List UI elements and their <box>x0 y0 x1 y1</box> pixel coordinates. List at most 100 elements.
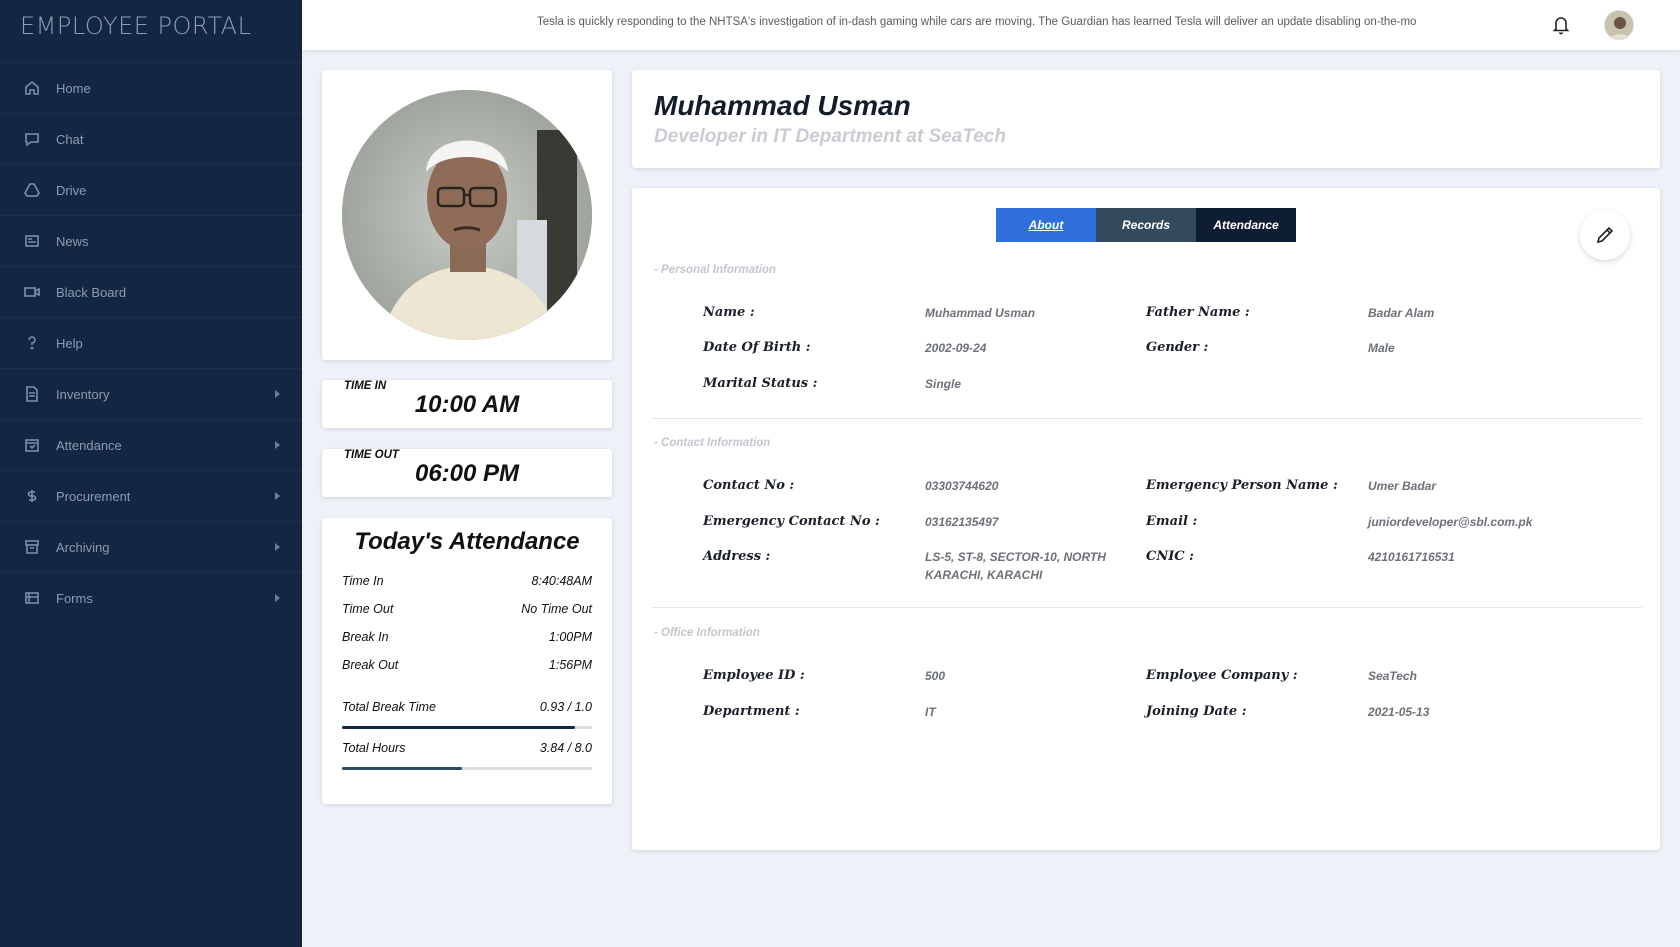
sidebar-item-drive[interactable]: Drive <box>0 164 302 215</box>
chevron-right-icon <box>275 492 280 500</box>
news-icon <box>24 233 40 249</box>
sidebar-item-help[interactable]: Help <box>0 317 302 368</box>
sidebar-item-label: News <box>56 233 89 249</box>
sidebar-item-news[interactable]: News <box>0 215 302 266</box>
total-break-row: Total Break Time 0.93 / 1.0 <box>342 700 592 714</box>
sidebar-item-label: Archiving <box>56 539 110 555</box>
attendance-row: Break In 1:00PM <box>342 630 592 644</box>
sidebar-item-inventory[interactable]: Inventory <box>0 368 302 419</box>
help-icon <box>24 335 40 351</box>
sidebar-item-label: Inventory <box>56 386 110 402</box>
total-break-progress-fill <box>342 726 575 729</box>
sidebar-item-archiving[interactable]: Archiving <box>0 521 302 572</box>
attendance-title: Today's Attendance <box>354 528 580 555</box>
email-value: juniordeveloper@sbl.com.pk <box>1368 515 1533 529</box>
dob-value: 2002-09-24 <box>925 341 987 355</box>
employee-company-value: SeaTech <box>1368 669 1417 683</box>
email-label: Email : <box>1146 514 1198 529</box>
profile-header-card: Muhammad Usman Developer in IT Departmen… <box>632 70 1660 168</box>
tab-records[interactable]: Records <box>1096 208 1196 242</box>
dob-label: Date Of Birth : <box>703 340 811 355</box>
sidebar-item-home[interactable]: Home <box>0 62 302 113</box>
contact-no-label: Contact No : <box>703 478 795 493</box>
chat-icon <box>24 131 40 147</box>
edit-button[interactable] <box>1580 210 1630 260</box>
chevron-right-icon <box>275 390 280 398</box>
contact-info-title: - Contact Information <box>654 437 771 449</box>
sidebar-item-forms[interactable]: Forms <box>0 572 302 623</box>
row-value: No Time Out <box>521 602 592 616</box>
sidebar-item-procurement[interactable]: Procurement <box>0 470 302 521</box>
forms-icon <box>24 590 40 606</box>
profile-photo-card <box>322 70 612 360</box>
address-value: LS-5, ST-8, SECTOR-10, NORTH KARACHI, KA… <box>925 548 1106 584</box>
sidebar-item-chat[interactable]: Chat <box>0 113 302 164</box>
row-value: 1:00PM <box>548 630 592 644</box>
sidebar-item-label: Home <box>56 80 91 96</box>
chevron-right-icon <box>275 441 280 449</box>
employee-name: Muhammad Usman <box>654 90 911 121</box>
app-brand[interactable]: EMPLOYEE PORTAL <box>20 12 251 40</box>
sidebar-item-label: Drive <box>56 182 87 198</box>
department-label: Department : <box>703 704 800 719</box>
sidebar-item-label: Attendance <box>56 437 122 453</box>
attendance-row: Break Out 1:56PM <box>342 658 592 672</box>
emergency-contact-label: Emergency Contact No : <box>703 514 880 529</box>
total-break-progress <box>342 726 592 729</box>
total-hours-progress <box>342 767 592 770</box>
row-label: Time In <box>342 574 384 588</box>
name-value: Muhammad Usman <box>925 306 1036 320</box>
total-break-label: Total Break Time <box>342 700 436 714</box>
employee-company-label: Employee Company : <box>1146 668 1298 683</box>
sidebar-item-attendance[interactable]: Attendance <box>0 419 302 470</box>
name-label: Name : <box>703 305 755 320</box>
row-label: Break In <box>342 630 389 644</box>
sidebar-item-label: Forms <box>56 590 93 606</box>
total-hours-progress-fill <box>342 767 462 770</box>
father-name-value: Badar Alam <box>1368 306 1435 320</box>
drive-icon <box>24 182 40 198</box>
row-label: Time Out <box>342 602 394 616</box>
total-hours-value: 3.84 / 8.0 <box>539 741 592 755</box>
time-out-value: 06:00 PM <box>414 460 520 487</box>
todays-attendance-card: Today's Attendance Time In 8:40:48AM Tim… <box>322 518 612 804</box>
bell-icon[interactable] <box>1552 15 1570 35</box>
contact-no-value: 03303744620 <box>925 479 999 493</box>
total-hours-label: Total Hours <box>342 741 406 755</box>
employee-id-value: 500 <box>925 669 946 683</box>
tab-about[interactable]: About <box>996 208 1096 242</box>
profile-photo <box>342 90 592 340</box>
chevron-right-icon <box>275 543 280 551</box>
news-ticker[interactable]: Tesla is quickly responding to the NHTSA… <box>537 16 1487 28</box>
inventory-icon <box>24 386 40 402</box>
attendance-row: Time Out No Time Out <box>342 602 592 616</box>
tab-attendance[interactable]: Attendance <box>1196 208 1296 242</box>
father-name-label: Father Name : <box>1146 305 1250 320</box>
emergency-person-label: Emergency Person Name : <box>1146 478 1338 493</box>
chevron-right-icon <box>275 594 280 602</box>
sidebar-item-black-board[interactable]: Black Board <box>0 266 302 317</box>
sidebar-nav: Home Chat Drive News Black Board Help In… <box>0 62 302 623</box>
sidebar-item-label: Procurement <box>56 488 131 504</box>
user-avatar[interactable] <box>1604 10 1634 40</box>
marital-status-value: Single <box>925 377 962 391</box>
section-divider <box>652 418 1642 419</box>
emergency-person-value: Umer Badar <box>1368 479 1437 493</box>
address-label: Address : <box>703 549 771 564</box>
sidebar: EMPLOYEE PORTAL Home Chat Drive News Bla… <box>0 0 302 947</box>
emergency-contact-value: 03162135497 <box>925 515 999 529</box>
attendance-row: Time In 8:40:48AM <box>342 574 592 588</box>
gender-value: Male <box>1368 341 1395 355</box>
row-value: 1:56PM <box>548 658 592 672</box>
department-value: IT <box>925 705 936 719</box>
row-value: 8:40:48AM <box>531 574 592 588</box>
joining-date-label: Joining Date : <box>1146 704 1247 719</box>
time-out-card: TIME OUT 06:00 PM <box>322 449 612 497</box>
attendance-icon <box>24 437 40 453</box>
employee-id-label: Employee ID : <box>703 668 805 683</box>
marital-status-label: Marital Status : <box>703 376 818 391</box>
top-bar: Tesla is quickly responding to the NHTSA… <box>302 0 1680 50</box>
sidebar-item-label: Chat <box>56 131 84 147</box>
office-info-title: - Office Information <box>654 627 760 639</box>
cnic-label: CNIC : <box>1146 549 1194 564</box>
